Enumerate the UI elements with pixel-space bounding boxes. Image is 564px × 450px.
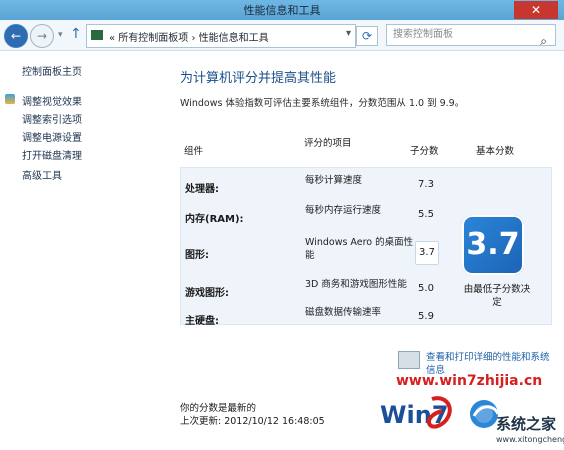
row-description: Windows Aero 的桌面性能 <box>305 237 414 261</box>
up-arrow-icon: ↑ <box>70 26 82 42</box>
watermark-win7-url: www.win7zhijia.cn <box>396 373 543 389</box>
forward-icon: → <box>36 29 48 43</box>
row-component: 主硬盘: <box>185 316 219 327</box>
sidebar-item-control-panel-home[interactable]: 控制面板主页 <box>22 63 82 78</box>
close-icon: ✕ <box>530 3 542 17</box>
row-subscore-lowest: 3.7 <box>415 241 439 265</box>
sidebar-item-disk-cleanup[interactable]: 打开磁盘清理 <box>22 147 82 162</box>
sidebar-item-advanced-tools[interactable]: 高级工具 <box>22 167 62 182</box>
row-description: 3D 商务和游戏图形性能 <box>305 279 407 290</box>
watermark-win7-logo: Win7 <box>380 396 452 429</box>
header-basescore: 基本分数 <box>476 146 515 157</box>
status-updated: 上次更新: 2012/10/12 16:48:05 <box>180 416 325 427</box>
up-button[interactable]: ↑ <box>70 26 82 42</box>
refresh-button[interactable]: ⟳ <box>356 26 378 46</box>
sidebar-item-adjust-visual-effects[interactable]: 调整视觉效果 <box>22 93 82 108</box>
row-component: 游戏图形: <box>185 288 229 299</box>
sidebar-item-adjust-indexing[interactable]: 调整索引选项 <box>22 111 82 126</box>
watermark-system-home-url: www.xitongcheng.com <box>496 435 564 444</box>
page-title: 为计算机评分并提高其性能 <box>180 71 337 86</box>
forward-button[interactable]: → <box>30 24 54 48</box>
header-component: 组件 <box>184 146 204 157</box>
back-button[interactable]: ← <box>4 24 28 48</box>
history-dropdown[interactable]: ▾ <box>58 30 63 40</box>
close-button[interactable]: ✕ <box>514 1 558 19</box>
shield-icon <box>5 94 15 104</box>
page-description: Windows 体验指数可评估主要系统组件，分数范围从 1.0 到 9.9。 <box>180 98 465 109</box>
title-bar: 性能信息和工具 ✕ <box>0 0 564 20</box>
search-icon: ⌕ <box>540 34 547 48</box>
control-panel-icon <box>91 30 103 40</box>
back-icon: ← <box>10 29 22 43</box>
row-subscore: 5.5 <box>418 209 434 220</box>
breadcrumb: « 所有控制面板项 › 性能信息和工具 <box>109 33 269 44</box>
performance-info-window: 性能信息和工具 ✕ ← → ▾ ↑ « 所有控制面板项 › 性能信息和工具 ▾ … <box>0 0 564 450</box>
search-placeholder: 搜索控制面板 <box>393 29 453 40</box>
row-subscore: 7.3 <box>418 179 434 190</box>
row-description: 每秒计算速度 <box>305 175 363 186</box>
chevron-down-icon: ▾ <box>58 30 63 40</box>
row-component: 处理器: <box>185 184 219 195</box>
row-description: 磁盘数据传输速率 <box>305 307 382 318</box>
printer-icon <box>398 351 420 369</box>
header-subscore: 子分数 <box>410 146 439 157</box>
row-subscore: 5.9 <box>418 311 434 322</box>
base-score-badge: 3.7 <box>462 215 524 275</box>
status-latest: 你的分数是最新的 <box>180 403 257 414</box>
address-dropdown-icon[interactable]: ▾ <box>346 28 351 39</box>
row-description: 每秒内存运行速度 <box>305 205 382 216</box>
watermark-system-home-text: 系统之家 <box>496 415 557 433</box>
sidebar: 控制面板主页 调整视觉效果 调整索引选项 调整电源设置 打开磁盘清理 高级工具 <box>0 51 165 450</box>
address-bar[interactable]: « 所有控制面板项 › 性能信息和工具 ▾ <box>86 24 356 48</box>
navigation-bar: ← → ▾ ↑ « 所有控制面板项 › 性能信息和工具 ▾ ⟳ 搜索控制面板 ⌕ <box>0 20 564 51</box>
header-rating-item: 评分的项目 <box>304 138 352 149</box>
row-component: 图形: <box>185 250 209 261</box>
table-header: 组件 评分的项目 子分数 基本分数 <box>180 133 550 165</box>
main-content: 为计算机评分并提高其性能 Windows 体验指数可评估主要系统组件，分数范围从… <box>166 51 564 450</box>
base-score-note: 由最低子分数决定 <box>463 284 531 308</box>
row-component: 内存(RAM): <box>185 214 244 225</box>
row-subscore: 5.0 <box>418 283 434 294</box>
window-title: 性能信息和工具 <box>243 4 321 17</box>
search-input[interactable]: 搜索控制面板 ⌕ <box>386 24 556 48</box>
sidebar-item-adjust-power[interactable]: 调整电源设置 <box>22 129 82 144</box>
refresh-icon: ⟳ <box>361 29 373 43</box>
